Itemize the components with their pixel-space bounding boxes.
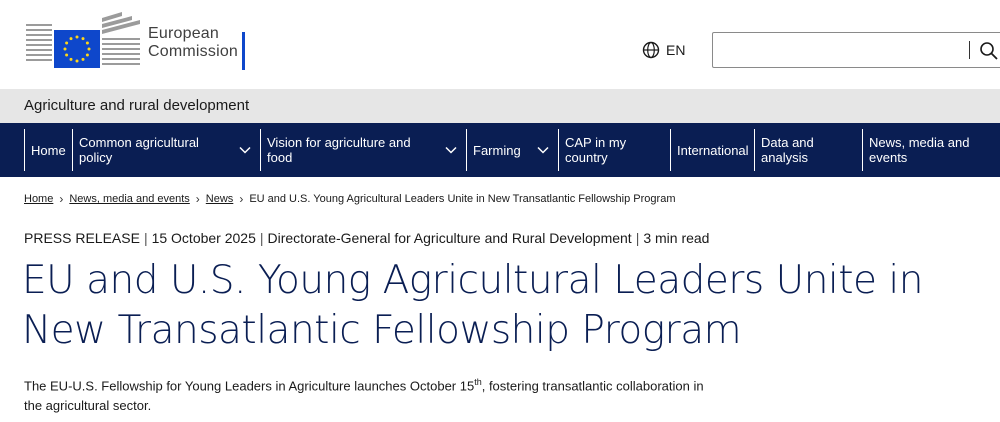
site-title[interactable]: Agriculture and rural development — [24, 97, 249, 114]
globe-icon — [642, 41, 660, 59]
logo-divider — [242, 32, 245, 70]
nav-item-label: Farming — [473, 142, 521, 158]
breadcrumb-link-home[interactable]: Home — [24, 193, 53, 205]
nav-item-label: CAP in my country — [565, 135, 627, 165]
chevron-down-icon — [239, 146, 251, 154]
nav-item-label: Home — [31, 142, 66, 158]
search-divider — [969, 41, 970, 59]
article-meta: PRESS RELEASE | 15 October 2025 | Directorat… — [24, 230, 710, 246]
nav-item-label: News, media and events — [869, 135, 970, 165]
article-lead: The EU-U.S. Fellowship for Young Leaders… — [24, 372, 704, 416]
nav-item-farming[interactable]: Farming — [466, 129, 558, 171]
search-icon[interactable] — [979, 41, 999, 61]
logo-line-1: European — [148, 25, 219, 42]
read-time: 3 min read — [643, 230, 710, 246]
lead-superscript: th — [474, 377, 482, 387]
nav-item-cap-in-my-country[interactable]: CAP in my country — [558, 129, 670, 171]
content-type: PRESS RELEASE — [24, 230, 140, 246]
nav-item-label: Data and analysis — [761, 135, 814, 165]
nav-item-international[interactable]: International — [670, 129, 754, 171]
nav-item-label: Common agricultural policy — [79, 135, 199, 165]
chevron-right-icon: › — [239, 192, 244, 206]
nav-item-label: International — [677, 142, 749, 158]
breadcrumb-link-news-media-events[interactable]: News, media and events — [69, 193, 189, 205]
language-code: EN — [666, 42, 686, 58]
nav-item-common-agricultural-policy[interactable]: Common agricultural policy — [72, 129, 260, 171]
department: Directorate-General for Agriculture and … — [267, 230, 632, 246]
logo-line-2: Commission — [148, 43, 239, 60]
language-selector[interactable]: EN — [642, 40, 685, 60]
nav-item-home[interactable]: Home — [24, 129, 72, 171]
main-navigation: Home Common agricultural policy Vision f… — [0, 123, 1000, 177]
chevron-down-icon — [445, 146, 457, 154]
chevron-down-icon — [537, 146, 549, 154]
site-header: European Commission EN — [0, 0, 1000, 89]
lead-text-1: The EU-U.S. Fellowship for Young Leaders… — [24, 378, 475, 394]
search-input[interactable] — [712, 32, 1000, 68]
nav-item-vision-for-agriculture[interactable]: Vision for agriculture and food — [260, 129, 466, 171]
nav-item-label: Vision for agriculture and food — [267, 135, 411, 165]
nav-item-data-and-analysis[interactable]: Data and analysis — [754, 129, 862, 171]
chevron-right-icon: › — [59, 192, 64, 206]
breadcrumb: Home › News, media and events › News › E… — [24, 192, 675, 206]
page-title: EU and U.S. Young Agricultural Leaders U… — [22, 258, 923, 353]
logo-text: European Commission — [148, 19, 238, 61]
breadcrumb-current: EU and U.S. Young Agricultural Leaders U… — [249, 193, 676, 205]
site-name-bar: Agriculture and rural development — [0, 89, 1000, 123]
commission-building-icon — [24, 10, 142, 70]
european-commission-logo[interactable]: European Commission — [24, 10, 246, 70]
breadcrumb-link-news[interactable]: News — [206, 193, 234, 205]
publish-date: 15 October 2025 — [151, 230, 256, 246]
chevron-right-icon: › — [195, 192, 200, 206]
nav-item-news-media-events[interactable]: News, media and events — [862, 129, 1000, 171]
